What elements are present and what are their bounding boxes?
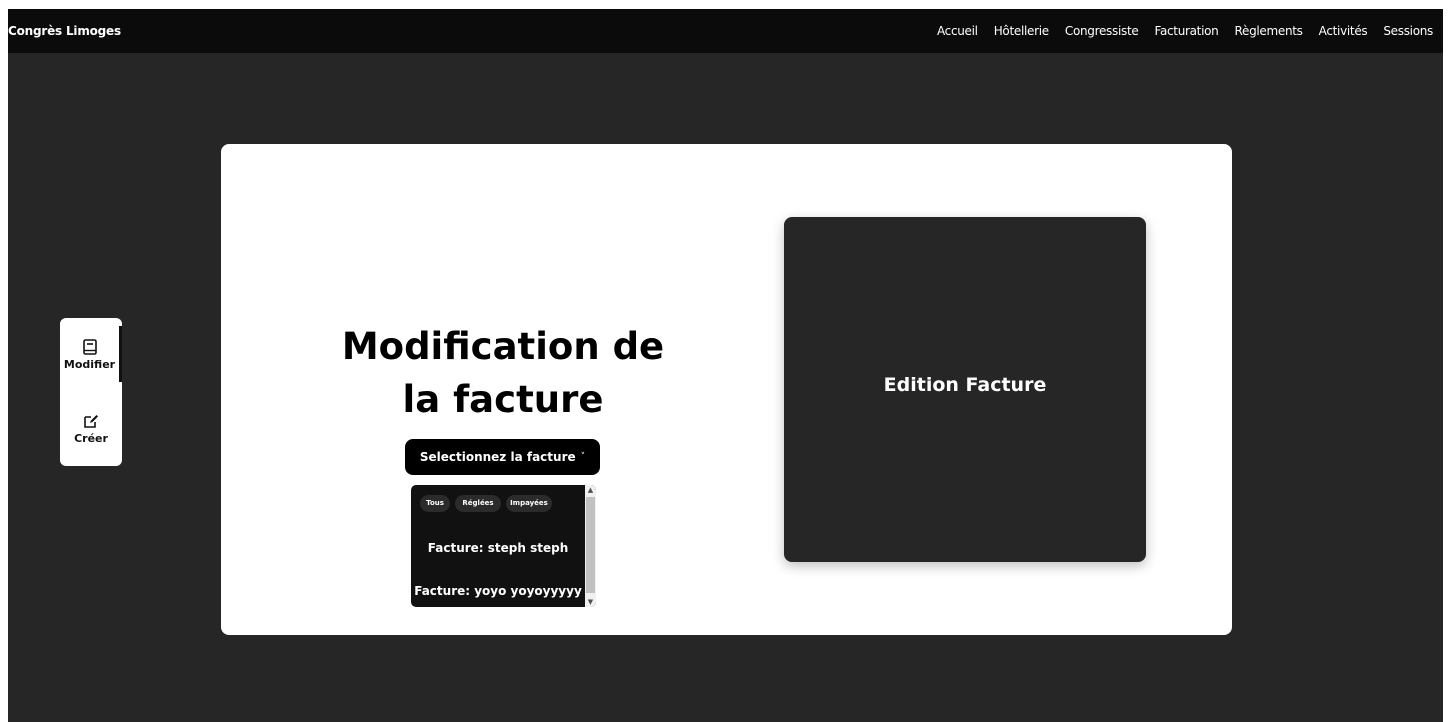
select-invoice-button[interactable]: Selectionnez la facture ˅	[405, 439, 600, 475]
top-navbar: Congrès Limoges Accueil Hôtellerie Congr…	[8, 9, 1443, 53]
nav-link-activites[interactable]: Activités	[1319, 24, 1368, 38]
filter-impayees[interactable]: Impayées	[506, 495, 552, 512]
scroll-thumb[interactable]	[586, 497, 595, 593]
app-frame: Congrès Limoges Accueil Hôtellerie Congr…	[8, 9, 1443, 722]
nav-link-facturation[interactable]: Facturation	[1154, 24, 1218, 38]
invoice-dropdown: Tous Réglées Impayées Facture: steph ste…	[411, 485, 596, 607]
filter-row: Tous Réglées Impayées	[420, 495, 552, 512]
side-item-creer[interactable]: Créer	[60, 400, 122, 456]
side-item-label-creer: Créer	[74, 431, 108, 445]
nav-links: Accueil Hôtellerie Congressiste Facturat…	[937, 9, 1433, 53]
book-icon	[82, 338, 97, 355]
page-title: Modification de la facture	[341, 325, 665, 421]
side-item-label-modifier: Modifier	[63, 357, 116, 371]
filter-tous[interactable]: Tous	[420, 495, 450, 512]
filter-reglees[interactable]: Réglées	[455, 495, 501, 512]
scroll-down-icon[interactable]: ▼	[585, 597, 596, 607]
nav-link-sessions[interactable]: Sessions	[1383, 24, 1433, 38]
select-invoice-label: Selectionnez la facture	[419, 450, 576, 464]
nav-link-accueil[interactable]: Accueil	[937, 24, 978, 38]
nav-link-hotellerie[interactable]: Hôtellerie	[994, 24, 1049, 38]
side-panel: Modifier Créer	[60, 318, 122, 466]
nav-link-congressiste[interactable]: Congressiste	[1065, 24, 1139, 38]
invoice-item[interactable]: Facture: steph steph	[411, 541, 585, 555]
edition-facture-card[interactable]: Edition Facture	[784, 217, 1146, 562]
edition-facture-title: Edition Facture	[883, 373, 1047, 396]
dropdown-scrollbar[interactable]: ▲ ▼	[585, 485, 596, 607]
nav-link-reglements[interactable]: Règlements	[1234, 24, 1302, 38]
main-card: Modification de la facture Selectionnez …	[221, 144, 1232, 635]
brand-logo[interactable]: Congrès Limoges	[8, 9, 121, 53]
edit-icon	[84, 414, 98, 428]
side-item-modifier[interactable]: Modifier	[60, 326, 122, 382]
chevron-down-icon: ˅	[580, 452, 586, 462]
invoice-item[interactable]: Facture: yoyo yoyoyyyyy	[411, 584, 585, 598]
scroll-up-icon[interactable]: ▲	[585, 485, 596, 495]
